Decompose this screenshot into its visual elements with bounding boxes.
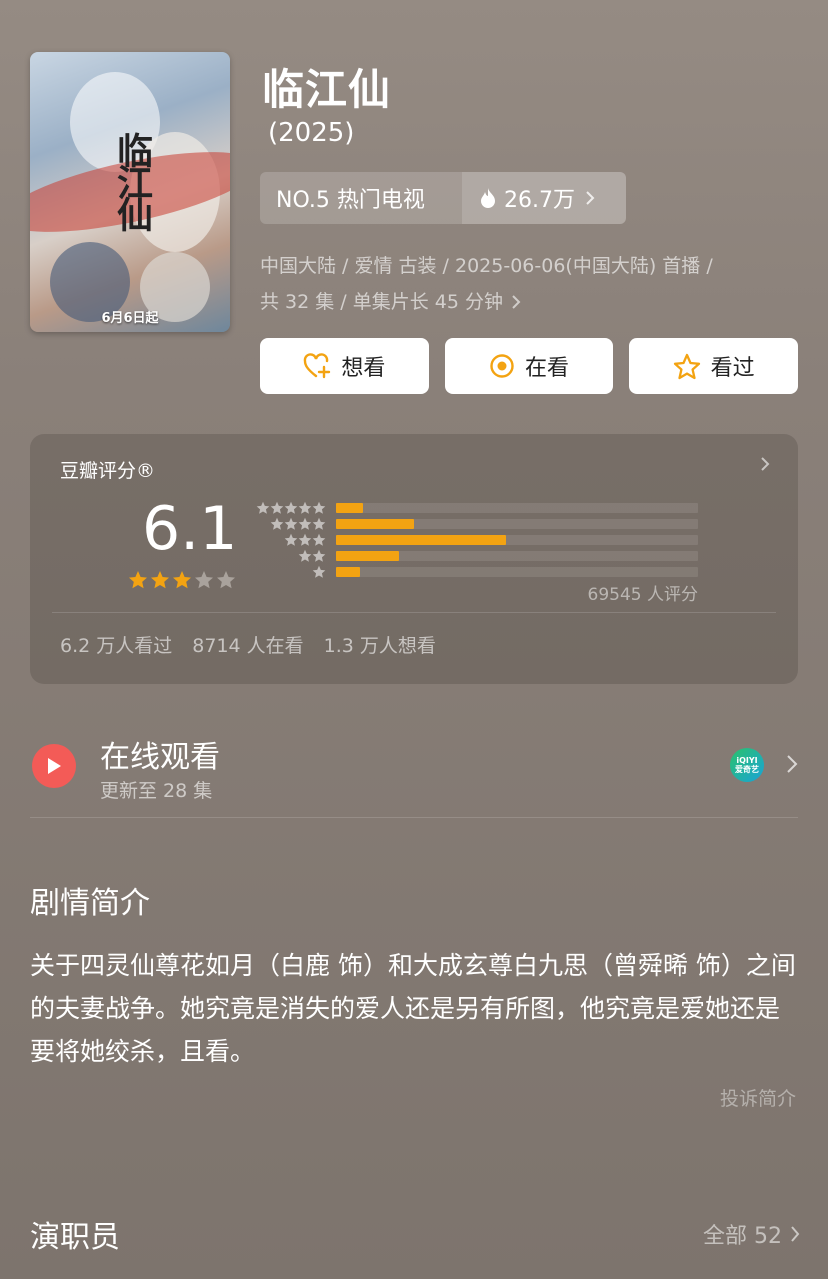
chevron-right-icon <box>512 295 521 309</box>
douban-rating-card[interactable]: 豆瓣评分® 6.1 69545 人评分 6.2 万人看过 8714 人在看 1.… <box>30 434 798 684</box>
want-to-watch-label: 想看 <box>341 356 386 381</box>
heat-badge[interactable]: 26.7万 <box>462 172 626 224</box>
star-mini-icon <box>312 565 326 578</box>
report-synopsis-link[interactable]: 投诉简介 <box>720 1084 796 1111</box>
poster-date: 6月6日起 <box>101 311 159 326</box>
flame-icon <box>481 188 495 208</box>
rating-stars <box>128 570 236 590</box>
star-mini-icon <box>298 533 312 546</box>
distribution-row-3-star <box>252 532 712 548</box>
distribution-track <box>336 567 698 577</box>
cast-heading: 演职员 <box>30 1220 120 1255</box>
watch-online-title: 在线观看 <box>100 740 220 775</box>
star-outline-icon <box>673 353 700 379</box>
target-icon <box>490 354 514 378</box>
distribution-star-label <box>252 549 326 563</box>
chevron-right-icon <box>787 755 798 773</box>
rating-label: 豆瓣评分® <box>60 460 156 482</box>
star-filled-icon <box>129 571 147 589</box>
watching-label: 在看 <box>525 356 570 381</box>
cast-all-link[interactable]: 全部 52 <box>703 1218 800 1250</box>
watched-label: 看过 <box>710 356 755 381</box>
synopsis-text: 关于四灵仙尊花如月（白鹿 饰）和大成玄尊白九思（曾舜晞 饰）之间的夫妻战争。她究… <box>30 951 796 1066</box>
star-filled-icon <box>173 571 191 589</box>
rating-total: 69545 人评分 <box>587 585 698 605</box>
distribution-star-label <box>252 533 326 547</box>
synopsis-heading: 剧情简介 <box>30 886 150 921</box>
star-empty-icon <box>217 571 235 589</box>
star-mini-icon <box>284 517 298 530</box>
want-to-watch-button[interactable]: 想看 <box>260 338 429 394</box>
star-mini-icon <box>298 501 312 514</box>
watch-online-row[interactable]: 在线观看 更新至 28 集 iQIYI 爱奇艺 <box>30 730 798 818</box>
show-year: (2025) <box>268 118 355 148</box>
rating-distribution <box>252 500 712 580</box>
rank-label: NO.5 热门电视 <box>276 188 425 213</box>
cast-all-label: 全部 52 <box>703 1224 782 1249</box>
distribution-bar <box>336 535 507 545</box>
play-icon <box>32 744 76 788</box>
star-mini-icon <box>270 517 284 530</box>
star-mini-icon <box>298 549 312 562</box>
distribution-track <box>336 519 698 529</box>
star-mini-icon <box>284 533 298 546</box>
show-meta[interactable]: 中国大陆 / 爱情 古装 / 2025-06-06(中国大陆) 首播 / 共 3… <box>260 248 800 320</box>
distribution-row-4-star <box>252 516 712 532</box>
star-mini-icon <box>312 517 326 530</box>
star-filled-icon <box>151 571 169 589</box>
distribution-bar <box>336 519 414 529</box>
rank-chip[interactable]: NO.5 热门电视 26.7万 <box>260 172 626 224</box>
chevron-right-icon <box>761 457 770 471</box>
action-buttons: 想看 在看 看过 <box>260 338 799 394</box>
watch-online-subtitle: 更新至 28 集 <box>100 780 213 802</box>
meta-line-2: 共 32 集 / 单集片长 45 分钟 <box>260 284 800 320</box>
heat-value: 26.7万 <box>504 188 575 213</box>
chevron-right-icon <box>586 191 595 205</box>
meta-line: 共 32 集 / 单集片长 45 分钟 <box>260 291 503 313</box>
distribution-row-2-star <box>252 548 712 564</box>
distribution-star-label <box>252 501 326 515</box>
star-mini-icon <box>312 501 326 514</box>
distribution-star-label <box>252 565 326 579</box>
star-mini-icon <box>298 517 312 530</box>
chevron-right-icon <box>791 1226 800 1242</box>
want-count: 1.3 万人想看 <box>323 635 436 657</box>
distribution-bar <box>336 551 400 561</box>
distribution-bar <box>336 567 360 577</box>
distribution-row-1-star <box>252 564 712 580</box>
distribution-track <box>336 535 698 545</box>
star-empty-icon <box>195 571 213 589</box>
distribution-bar <box>336 503 364 513</box>
star-mini-icon <box>312 549 326 562</box>
watched-button[interactable]: 看过 <box>629 338 799 394</box>
poster-title-art: 临江仙 <box>111 132 153 228</box>
poster-image[interactable]: 临江仙 6月6日起 <box>30 52 230 332</box>
watching-button[interactable]: 在看 <box>444 338 614 394</box>
audience-counts: 6.2 万人看过 8714 人在看 1.3 万人想看 <box>60 631 436 658</box>
star-mini-icon <box>284 501 298 514</box>
heart-plus-icon <box>304 353 331 379</box>
distribution-row-5-star <box>252 500 712 516</box>
distribution-track <box>336 503 698 513</box>
watched-count: 6.2 万人看过 <box>60 635 173 657</box>
distribution-star-label <box>252 517 326 531</box>
iqiyi-logo: iQIYI 爱奇艺 <box>730 748 764 782</box>
show-title: 临江仙 <box>262 65 392 114</box>
meta-line: 中国大陆 / 爱情 古装 / 2025-06-06(中国大陆) 首播 / <box>260 255 713 277</box>
divider <box>30 817 798 818</box>
star-mini-icon <box>256 501 270 514</box>
star-mini-icon <box>312 533 326 546</box>
divider <box>52 612 776 613</box>
watching-count: 8714 人在看 <box>192 635 304 657</box>
star-mini-icon <box>270 501 284 514</box>
distribution-track <box>336 551 698 561</box>
rating-score: 6.1 <box>142 494 238 564</box>
